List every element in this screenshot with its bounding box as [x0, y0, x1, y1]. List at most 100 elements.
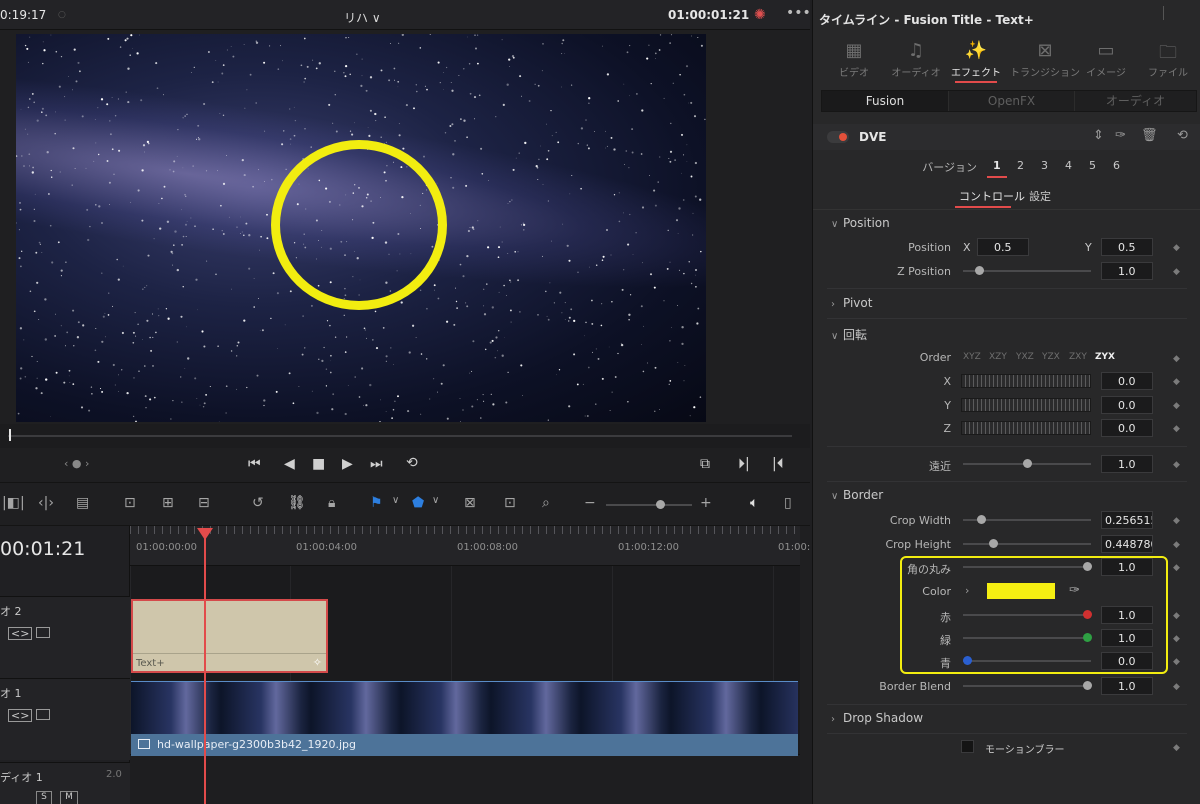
keyframe-icon[interactable]: ◆	[1173, 634, 1180, 644]
track-enable-icon[interactable]	[36, 709, 50, 720]
auto-select-icon[interactable]: <>	[8, 709, 33, 722]
keyframe-icon[interactable]: ◆	[1173, 243, 1180, 253]
rotation-x-jog[interactable]	[961, 374, 1091, 388]
go-to-start-icon[interactable]: ⏮	[248, 457, 261, 471]
position-y-field[interactable]: 0.5	[1101, 238, 1153, 256]
stop-icon[interactable]: ■	[312, 457, 325, 471]
perspective-slider[interactable]	[963, 459, 1091, 468]
motion-blur-checkbox[interactable]	[961, 740, 974, 753]
linked-selection-icon[interactable]: ⛓	[288, 495, 306, 515]
trash-icon[interactable]: 🗑︎	[1141, 128, 1158, 143]
reset-icon[interactable]: ⟲	[1177, 128, 1188, 143]
border-blend-slider[interactable]	[963, 681, 1092, 690]
position-x-field[interactable]: 0.5	[977, 238, 1029, 256]
crop-width-field[interactable]: 0.256515	[1101, 511, 1153, 529]
video-viewer[interactable]	[16, 34, 706, 422]
zoom-slider-knob[interactable]	[656, 500, 665, 509]
category-image[interactable]: ▭ イメージ	[1075, 40, 1137, 79]
track-enable-icon[interactable]	[36, 627, 50, 638]
category-audio[interactable]: ♫ オーディオ	[885, 40, 947, 79]
rotation-x-field[interactable]: 0.0	[1101, 372, 1153, 390]
next-edit-icon[interactable]: ⏵|	[738, 457, 750, 471]
order-zyx[interactable]: ZYX	[1095, 352, 1115, 362]
crop-width-slider[interactable]	[963, 515, 1091, 524]
section-position[interactable]: ∨ Position	[831, 216, 890, 230]
dynamic-trim-icon[interactable]: ‹|›	[38, 495, 54, 515]
keyframe-icon[interactable]: ◆	[1173, 611, 1180, 621]
track-header-v2[interactable]: オ 2 <>	[0, 596, 130, 678]
z-position-field[interactable]: 1.0	[1101, 262, 1153, 280]
rotation-y-field[interactable]: 0.0	[1101, 396, 1153, 414]
color-wheel-icon[interactable]: ✺	[754, 7, 766, 23]
zoom-out-icon[interactable]: −	[584, 495, 596, 515]
crop-height-slider[interactable]	[963, 539, 1091, 548]
section-drop-shadow[interactable]: › Drop Shadow	[831, 711, 923, 725]
version-4[interactable]: 4	[1065, 159, 1072, 172]
auto-select-icon[interactable]: <>	[8, 627, 33, 640]
section-rotation[interactable]: ∨ 回転	[831, 326, 867, 343]
audio-volume-icon[interactable]: 🔈︎	[750, 495, 758, 515]
keyframe-icon[interactable]: ◆	[1173, 377, 1180, 387]
go-to-end-icon[interactable]: ⏭	[370, 457, 383, 471]
play-icon[interactable]: ▶	[342, 457, 353, 471]
more-options-icon[interactable]: •••	[786, 5, 811, 21]
eyedropper-icon[interactable]: ✑	[1115, 128, 1126, 143]
zoom-slider[interactable]	[606, 500, 692, 509]
section-pivot[interactable]: › Pivot	[831, 296, 872, 310]
timeline-ruler[interactable]: 01:00:00:00 01:00:04:00 01:00:08:00 01:0…	[130, 526, 810, 566]
keyframe-icon[interactable]: ◆	[1173, 401, 1180, 411]
viewer-scrubber[interactable]	[0, 424, 810, 448]
marker-icon[interactable]: ⬟	[412, 495, 424, 515]
loop-icon[interactable]: ⟲	[406, 456, 418, 470]
keyframe-icon[interactable]: ◆	[1173, 657, 1180, 667]
keyframe-icon[interactable]: ◆	[1173, 354, 1180, 364]
scrub-playhead[interactable]	[9, 429, 11, 441]
keyframe-icon[interactable]: ◆	[1173, 516, 1180, 526]
keyframe-icon[interactable]: ◆	[1173, 682, 1180, 692]
audio-track-lane[interactable]	[130, 754, 800, 804]
category-effects[interactable]: ✨ エフェクト	[945, 40, 1007, 83]
order-xzy[interactable]: XZY	[989, 352, 1007, 362]
blade-icon[interactable]: ▤	[76, 495, 89, 515]
category-video[interactable]: ▦ ビデオ	[823, 40, 885, 79]
video-clip[interactable]: hd-wallpaper-g2300b3b42_1920.jpg	[131, 681, 798, 756]
version-3[interactable]: 3	[1041, 159, 1048, 172]
category-file[interactable]: 🗀 ファイル	[1137, 40, 1199, 79]
effect-header[interactable]: DVE ⇕ ✑ 🗑︎ ⟲	[813, 124, 1200, 150]
keyframe-icon[interactable]: ◆	[1173, 563, 1180, 573]
tab-audio[interactable]: オーディオ	[1074, 91, 1196, 111]
keyframe-icon[interactable]: ◆	[1173, 743, 1180, 753]
panel-toggle-icon[interactable]	[1163, 6, 1177, 20]
chevron-down-icon[interactable]: ∨	[432, 495, 439, 515]
tab-controls[interactable]: コントロール	[959, 188, 1025, 204]
zoom-detail-icon[interactable]: ⊡	[504, 495, 516, 515]
crop-height-field[interactable]: 0.448780	[1101, 535, 1153, 553]
rotation-y-jog[interactable]	[961, 398, 1091, 412]
category-transition[interactable]: ⊠ トランジション	[1009, 40, 1081, 79]
play-reverse-icon[interactable]: ◀	[284, 457, 295, 471]
text-plus-clip[interactable]: Text+ ✧	[131, 599, 328, 673]
match-frame-icon[interactable]: ⧉	[700, 457, 710, 471]
prev-edit-icon[interactable]: |⏴	[772, 457, 784, 471]
solo-button[interactable]: S	[36, 791, 52, 804]
effect-toggle[interactable]	[827, 131, 849, 143]
tab-fusion[interactable]: Fusion	[822, 91, 948, 111]
jog-left-icon[interactable]: ‹ ● ›	[64, 457, 89, 471]
version-5[interactable]: 5	[1089, 159, 1096, 172]
track-header-v1[interactable]: オ 1 <>	[0, 678, 130, 760]
z-position-slider[interactable]	[963, 266, 1091, 275]
trim-icon[interactable]: |◧|	[2, 495, 25, 515]
version-1[interactable]: 1	[993, 159, 1001, 172]
border-blend-field[interactable]: 1.0	[1101, 677, 1153, 695]
tab-openfx[interactable]: OpenFX	[948, 91, 1074, 111]
keyframe-icon[interactable]: ◆	[1173, 540, 1180, 550]
mute-button[interactable]: M	[60, 791, 78, 804]
overwrite-clip-icon[interactable]: ⊞	[162, 495, 174, 515]
flag-icon[interactable]: ⚑	[370, 495, 383, 515]
position-lock-icon[interactable]: 🔒︎	[328, 495, 335, 515]
zoom-in-icon[interactable]: +	[700, 495, 712, 515]
order-yxz[interactable]: YXZ	[1016, 352, 1034, 362]
replace-clip-icon[interactable]: ⊟	[198, 495, 210, 515]
audio-meter-icon[interactable]: ▯	[784, 495, 792, 515]
order-zxy[interactable]: ZXY	[1069, 352, 1087, 362]
